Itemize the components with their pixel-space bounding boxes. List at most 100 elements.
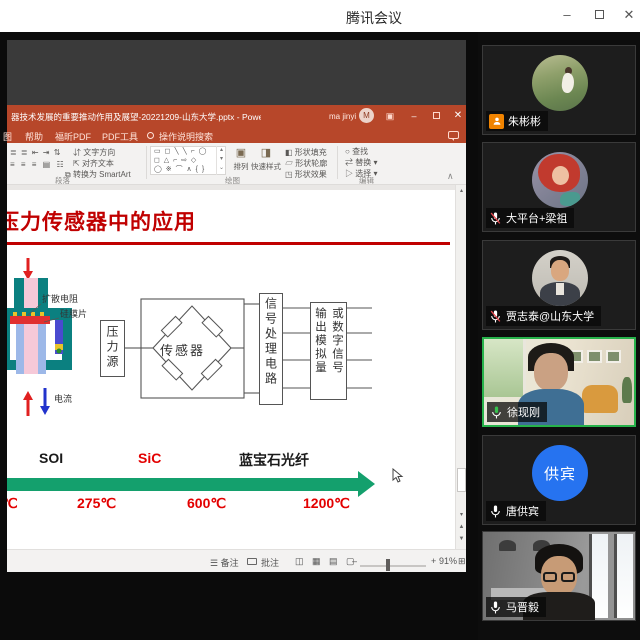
member-icon xyxy=(489,114,504,129)
slide-canvas[interactable]: 压力传感器中的应用 xyxy=(7,190,455,549)
menu-tab-view-clipped[interactable]: 图 xyxy=(3,130,12,143)
scroll-up-icon[interactable]: ▴ xyxy=(456,187,467,194)
dropdown-icon: ▾ xyxy=(373,169,377,178)
name-badge: 马晋毅 xyxy=(486,597,546,617)
maximize-icon xyxy=(595,10,604,19)
participant-tile[interactable]: 大平台+梁祖 xyxy=(482,142,636,232)
block-pressure-source: 压力源 xyxy=(100,320,125,377)
zoom-slider-thumb[interactable] xyxy=(386,559,390,571)
next-slide-icon[interactable]: ▼ xyxy=(456,536,467,542)
mic-active-icon xyxy=(490,405,503,420)
participant-sidebar: 朱彬彬 大平台+梁祖 贾志泰@山东大学 xyxy=(478,32,640,640)
material-label-sapphire-fiber: 蓝宝石光纤 xyxy=(239,450,309,470)
zoom-out-icon[interactable]: – xyxy=(352,556,357,566)
meeting-content: 器技术发展的重要推动作用及展望-20221209-山东大学.pptx - Pow… xyxy=(0,32,640,640)
quick-styles-icon: ◨ xyxy=(251,146,281,159)
temperature-axis-arrowhead xyxy=(358,471,375,497)
shape-effects-button[interactable]: ◳ 形状效果 xyxy=(285,169,327,180)
slide-scrollbar[interactable]: ▴ ▾ ▲ ▼ xyxy=(455,185,466,549)
view-switcher-icons[interactable]: ◫ ▦ ▤ ▢ xyxy=(295,556,358,567)
close-button[interactable]: ✕ xyxy=(616,4,640,26)
text-direction-button[interactable]: ⇵ 文字方向 xyxy=(73,147,115,158)
menu-tab-help[interactable]: 帮助 xyxy=(25,130,43,143)
shapes-row1-icons: ▭ ◻ ╲ ╲ ⌐ ◯ xyxy=(154,147,225,156)
zoom-slider-track[interactable] xyxy=(360,565,426,567)
ribbon-divider xyxy=(337,146,338,179)
search-icon: ○ xyxy=(345,147,350,156)
gallery-up-icon[interactable]: ▴ xyxy=(217,146,226,155)
avatar-initials: 供宾 xyxy=(532,445,588,501)
label-current: 电流 xyxy=(54,393,72,404)
find-button[interactable]: ○ 查找 xyxy=(345,146,368,157)
participant-tile-active-speaker[interactable]: 徐现刚 xyxy=(482,337,636,427)
glasses xyxy=(561,572,575,582)
name-badge: 唐供宾 xyxy=(486,501,546,521)
notes-button[interactable]: ☰ 备注 xyxy=(210,556,239,569)
replace-button[interactable]: ⇄ 替换 ▾ xyxy=(345,157,377,168)
gallery-down-icon[interactable]: ▾ xyxy=(217,155,226,164)
shape-outline-icon: ▱ xyxy=(285,159,293,168)
shape-fill-button[interactable]: ◧ 形状填充 xyxy=(285,147,327,158)
align-text-button[interactable]: ⇱ 对齐文本 xyxy=(73,158,114,169)
participant-tile[interactable]: 贾志泰@山东大学 xyxy=(482,240,636,330)
scrollbar-thumb[interactable] xyxy=(457,468,466,492)
participant-name: 徐现刚 xyxy=(507,404,540,420)
smartart-button[interactable]: ⧉ 转换为 SmartArt xyxy=(65,169,131,180)
collapse-ribbon-icon[interactable]: ∧ xyxy=(447,171,454,182)
ribbon-divider xyxy=(146,146,147,179)
ppt-statusbar: ☰ 备注 批注 ◫ ▦ ▤ ▢ – + 91% ⊞ xyxy=(7,549,466,572)
select-arrow-icon: ▷ xyxy=(345,169,353,178)
shapes-gallery[interactable]: ▭ ◻ ╲ ╲ ⌐ ◯ ◻ △ ⌐ ⇨ ◇ ◯ ※ ⌒ ∧ { } xyxy=(150,146,226,175)
menu-tab-foxit-pdf[interactable]: 福昕PDF xyxy=(55,130,91,143)
minimize-button[interactable]: – xyxy=(554,4,580,26)
block-signal-processing: 信号处理电路 xyxy=(259,293,283,405)
mic-on-icon xyxy=(489,600,502,615)
ppt-close-button[interactable]: ✕ xyxy=(449,109,467,123)
shape-outline-button[interactable]: ▱ 形状轮廓 xyxy=(285,158,327,169)
ppt-user-avatar[interactable]: M xyxy=(359,108,374,123)
comments-button[interactable]: 批注 xyxy=(261,556,279,569)
alignment-buttons-icons[interactable]: ≡ ≡ ≡ ▤ ☷ xyxy=(10,160,66,169)
scroll-down-icon[interactable]: ▾ xyxy=(456,511,467,518)
ppt-restore-button[interactable] xyxy=(427,109,445,123)
quick-styles-button[interactable]: ◨ 快速样式 xyxy=(251,146,281,172)
label-diffused-resistor: 扩散电阻 xyxy=(42,293,78,304)
slide-title: 压力传感器中的应用 xyxy=(7,206,196,236)
ribbon-display-icon[interactable]: ▣ xyxy=(381,109,399,123)
name-badge: 朱彬彬 xyxy=(486,111,548,131)
participant-tile[interactable]: 马晋毅 xyxy=(482,531,636,621)
menu-tab-pdf-tools[interactable]: PDF工具 xyxy=(102,130,138,143)
ppt-minimize-button[interactable]: – xyxy=(405,109,423,123)
participant-name: 贾志泰@山东大学 xyxy=(506,308,594,324)
dropdown-icon: ▾ xyxy=(373,158,377,167)
gallery-more-icon[interactable]: ⌄ xyxy=(217,164,226,173)
temp-label-1200: 1200℃ xyxy=(303,495,350,512)
ppt-user-name: ma jinyi xyxy=(329,112,356,121)
participant-tile[interactable]: 朱彬彬 xyxy=(482,45,636,135)
participant-tile[interactable]: 供宾 唐供宾 xyxy=(482,435,636,525)
previous-slide-icon[interactable]: ▲ xyxy=(456,524,467,530)
lightbulb-icon xyxy=(147,132,154,139)
restore-icon xyxy=(433,112,440,119)
tell-me-search[interactable]: 操作说明搜索 xyxy=(159,130,213,143)
participant-name: 唐供宾 xyxy=(506,503,539,519)
participant-name: 朱彬彬 xyxy=(508,113,541,129)
title-underline xyxy=(7,242,450,245)
comment-bubble-icon[interactable] xyxy=(448,131,459,139)
zoom-percentage[interactable]: 91% xyxy=(439,556,457,566)
shapes-gallery-scroll[interactable]: ▴ ▾ ⌄ xyxy=(216,146,226,175)
label-silicon-diaphragm: 硅膜片 xyxy=(60,308,87,319)
shape-effects-icon: ◳ xyxy=(285,170,293,179)
maximize-button[interactable] xyxy=(586,4,612,26)
window-title: 腾讯会议 xyxy=(346,8,402,28)
name-badge: 徐现刚 xyxy=(487,402,547,422)
material-label-sic: SiC xyxy=(138,450,161,466)
powerpoint-window: 器技术发展的重要推动作用及展望-20221209-山东大学.pptx - Pow… xyxy=(7,105,466,572)
zoom-in-icon[interactable]: + xyxy=(431,556,436,566)
temperature-axis-arrow xyxy=(7,478,358,491)
temp-label-0: ℃ xyxy=(7,495,18,512)
list-buttons-icons[interactable]: ≣ ≣ ⇤ ⇥ ⇅ xyxy=(10,148,61,157)
shapes-row2-icons: ◻ △ ⌐ ⇨ ◇ xyxy=(154,156,225,165)
mouse-cursor xyxy=(392,468,404,484)
fit-slide-icon[interactable]: ⊞ xyxy=(458,556,466,567)
